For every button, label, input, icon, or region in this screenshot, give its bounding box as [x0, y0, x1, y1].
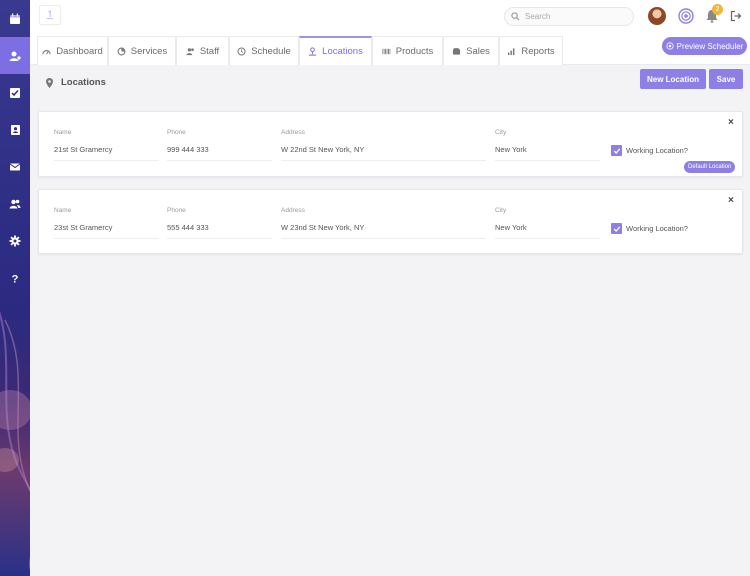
new-location-button[interactable]: New Location: [640, 69, 706, 89]
tab-label: Staff: [199, 45, 220, 57]
target-icon: [666, 42, 674, 50]
checkmark-icon: [613, 147, 620, 154]
preview-scheduler-button[interactable]: Preview Scheduler: [662, 37, 747, 55]
pie-icon: [117, 47, 126, 55]
calendar-icon: [10, 13, 20, 24]
working-location-checkbox[interactable]: [611, 145, 622, 156]
working-location-checkbox[interactable]: [611, 223, 622, 234]
tab-label: Reports: [521, 45, 555, 57]
sidebar-item-help[interactable]: ?: [0, 259, 30, 296]
sidebar-item-calendar[interactable]: [0, 0, 30, 37]
tab-dashboard[interactable]: Dashboard: [37, 36, 108, 65]
tab-label: Sales: [466, 45, 490, 57]
pin-person-icon: [309, 47, 317, 56]
tab-label: Locations: [322, 46, 363, 57]
phone-field[interactable]: 555 444 333: [167, 223, 272, 239]
user-avatar[interactable]: [648, 7, 666, 25]
address-field[interactable]: W 23nd St New York, NY: [281, 223, 486, 239]
tab-reports[interactable]: Reports: [499, 36, 563, 65]
map-pin-icon: [46, 78, 53, 88]
address-field[interactable]: W 22nd St New York, NY: [281, 145, 486, 161]
tab-sales[interactable]: Sales: [443, 36, 499, 65]
barcode-icon: [382, 48, 391, 54]
phone-label: Phone: [167, 129, 186, 136]
name-field[interactable]: 21st St Gramercy: [54, 145, 159, 161]
tab-label: Schedule: [251, 45, 291, 57]
user-pin-icon: [9, 51, 21, 61]
gauge-icon: [42, 49, 51, 54]
sidebar-item-tasks[interactable]: [0, 74, 30, 111]
tab-staff[interactable]: Staff: [176, 36, 229, 65]
page-header: Locations New Location Save: [30, 65, 750, 100]
sidebar-decoration: [0, 310, 30, 570]
notification-badge: 2: [712, 4, 723, 15]
checkmark-icon: [613, 225, 620, 232]
default-location-badge: Default Location: [684, 161, 736, 173]
sidebar-item-clients[interactable]: [0, 185, 30, 222]
logo-icon: [46, 10, 54, 19]
tab-locations[interactable]: Locations: [299, 36, 372, 65]
phone-label: Phone: [167, 207, 186, 214]
tab-bar: Dashboard Services Staff Schedule Locati…: [30, 32, 750, 65]
city-field[interactable]: New York: [495, 223, 600, 239]
location-card: × Name 23st St Gramercy Phone 555 444 33…: [38, 189, 743, 254]
city-label: City: [495, 207, 507, 214]
sidebar-item-contacts[interactable]: [0, 111, 30, 148]
tab-products[interactable]: Products: [372, 36, 443, 65]
working-location-label: Working Location?: [626, 146, 688, 155]
contact-book-icon: [11, 124, 20, 135]
tab-label: Products: [395, 45, 434, 57]
sidebar-item-messages[interactable]: [0, 148, 30, 185]
sidebar: ?: [0, 0, 30, 576]
search-icon: [511, 12, 520, 21]
preview-scheduler-label: Preview Scheduler: [676, 41, 744, 51]
address-label: Address: [281, 207, 305, 214]
app-logo[interactable]: [39, 5, 61, 25]
help-icon: ?: [12, 273, 19, 284]
name-label: Name: [54, 207, 72, 214]
tab-services[interactable]: Services: [108, 36, 176, 65]
clock-icon: [237, 46, 246, 56]
city-label: City: [495, 129, 507, 136]
logout-icon[interactable]: [730, 10, 742, 22]
address-label: Address: [281, 129, 305, 136]
phone-field[interactable]: 999 444 333: [167, 145, 272, 161]
location-card: × Name 21st St Gramercy Phone 999 444 33…: [38, 111, 743, 177]
gear-icon: [9, 235, 21, 246]
city-field[interactable]: New York: [495, 145, 600, 161]
save-button[interactable]: Save: [709, 69, 743, 89]
top-bar: 2: [30, 0, 750, 32]
checkbox-icon: [10, 87, 20, 98]
sidebar-item-locations[interactable]: [0, 37, 30, 74]
users-icon: [186, 47, 194, 55]
bar-chart-icon: [508, 47, 515, 55]
working-location-label: Working Location?: [626, 224, 688, 233]
search-box[interactable]: [504, 7, 634, 26]
envelope-icon: [9, 163, 21, 170]
remove-location-button[interactable]: ×: [728, 195, 734, 206]
target-icon[interactable]: [678, 8, 694, 24]
search-input[interactable]: [525, 12, 625, 21]
tab-schedule[interactable]: Schedule: [229, 36, 299, 65]
sidebar-item-settings[interactable]: [0, 222, 30, 259]
users-icon: [9, 199, 21, 208]
remove-location-button[interactable]: ×: [728, 117, 734, 128]
name-label: Name: [54, 129, 72, 136]
tab-label: Services: [130, 45, 168, 57]
page-title: Locations: [61, 77, 106, 88]
name-field[interactable]: 23st St Gramercy: [54, 223, 159, 239]
svg-text:?: ?: [12, 273, 19, 284]
tab-label: Dashboard: [56, 45, 103, 57]
wallet-icon: [453, 47, 461, 55]
